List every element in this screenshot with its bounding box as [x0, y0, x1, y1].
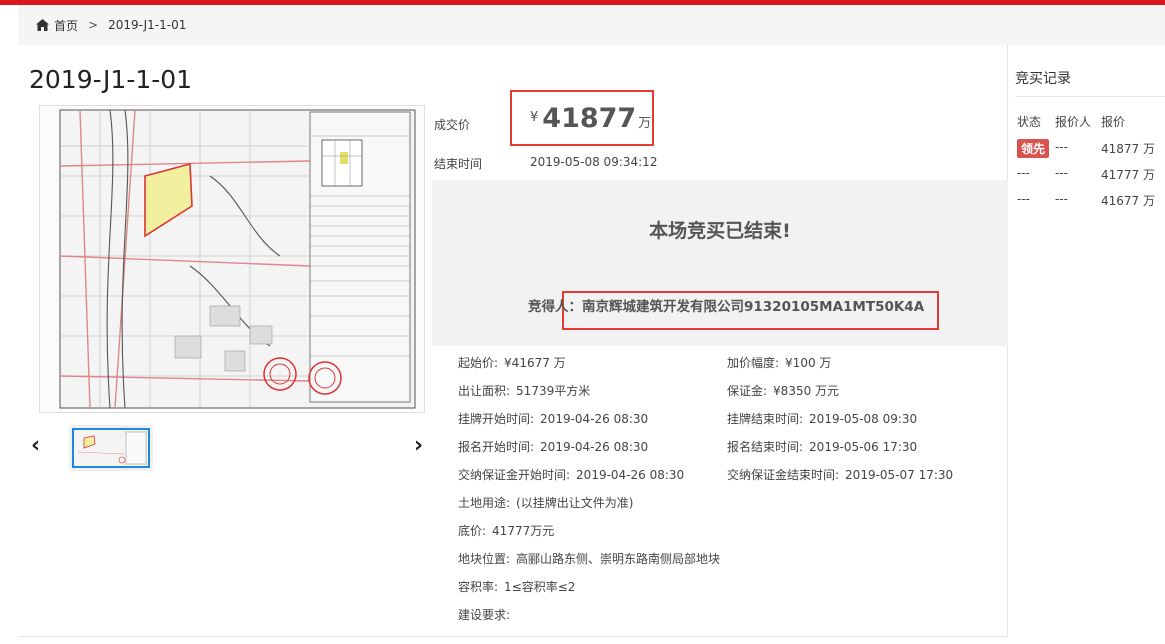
thumbnail-drawing: [74, 430, 148, 466]
status-badge: 领先: [1017, 139, 1050, 158]
detail-deposit-start: 交纳保证金开始时间: 2019-04-26 08:30: [458, 468, 685, 482]
detail-deposit: 保证金: ¥8350 万元: [727, 384, 840, 398]
thumbnail-strip: ‹ ›: [31, 425, 431, 473]
breadcrumb-home-link[interactable]: 首页: [36, 17, 78, 34]
thumbnail-item[interactable]: [69, 425, 153, 471]
currency-symbol: ¥: [530, 110, 539, 125]
breadcrumb-current: 2019-J1-1-01: [108, 18, 187, 32]
deal-price-label: 成交价: [434, 118, 471, 132]
end-time-label: 结束时间: [434, 157, 483, 171]
bid-bidder: ---: [1055, 140, 1068, 154]
bid-status: ---: [1017, 166, 1030, 180]
detail-usage: 土地用途: (以挂牌出让文件为准): [458, 496, 634, 510]
winner-info: 竞得人：南京辉城建筑开发有限公司91320105MA1MT50K4A: [528, 295, 924, 315]
bid-status: ---: [1017, 192, 1030, 206]
detail-deposit-end: 交纳保证金结束时间: 2019-05-07 17:30: [727, 468, 954, 482]
winner-name: 南京辉城建筑开发有限公司91320105MA1MT50K4A: [582, 299, 925, 315]
detail-far: 容积率: 1≤容积率≤2: [458, 580, 576, 594]
detail-reg-start: 报名开始时间: 2019-04-26 08:30: [458, 440, 649, 454]
breadcrumb: 首页 > 2019-J1-1-01: [18, 5, 1165, 45]
bid-header-status: 状态: [1017, 115, 1042, 129]
detail-area: 出让面积: 51739平方米: [458, 384, 591, 398]
detail-reg-end: 报名结束时间: 2019-05-06 17:30: [727, 440, 918, 454]
bid-price: 41777 万: [1101, 168, 1155, 182]
home-icon: [36, 19, 49, 31]
detail-start-price: 起始价: ¥41677 万: [458, 356, 566, 370]
bid-price: 41877 万: [1101, 142, 1155, 156]
detail-list-end: 挂牌结束时间: 2019-05-08 09:30: [727, 412, 918, 426]
chevron-left-icon[interactable]: ‹: [31, 435, 47, 459]
bid-records-title: 竞买记录: [1015, 71, 1071, 87]
bid-bidder: ---: [1055, 166, 1068, 180]
divider: [1015, 96, 1165, 97]
end-time-value: 2019-05-08 09:34:12: [530, 155, 658, 169]
bid-bidder: ---: [1055, 192, 1068, 206]
winner-label: 竞得人：: [528, 299, 582, 315]
bid-header-bidder: 报价人: [1055, 115, 1092, 129]
detail-build-req: 建设要求:: [458, 608, 511, 622]
detail-list-start: 挂牌开始时间: 2019-04-26 08:30: [458, 412, 649, 426]
bid-records-panel: 竞买记录 状态 报价人 报价 领先 --- 41877 万 --- --- 41…: [1009, 45, 1165, 545]
detail-increment: 加价幅度: ¥100 万: [727, 356, 832, 370]
breadcrumb-separator: >: [88, 18, 99, 32]
bid-price: 41677 万: [1101, 194, 1155, 208]
deal-price-value: 41877: [542, 103, 637, 134]
deal-price-unit: 万: [638, 116, 652, 131]
land-map-image[interactable]: [39, 105, 425, 413]
auction-ended-message: 本场竞买已结束!: [649, 220, 791, 242]
detail-location: 地块位置: 高郦山路东侧、崇明东路南侧局部地块: [458, 552, 721, 566]
land-plan-drawing: [40, 106, 424, 412]
bid-header-price: 报价: [1101, 115, 1126, 129]
breadcrumb-home-label: 首页: [54, 18, 79, 33]
page-title: 2019-J1-1-01: [29, 65, 193, 94]
deal-price: ¥41877 万: [530, 103, 651, 134]
chevron-right-icon[interactable]: ›: [414, 435, 430, 459]
detail-reserve: 底价: 41777万元: [458, 524, 555, 538]
